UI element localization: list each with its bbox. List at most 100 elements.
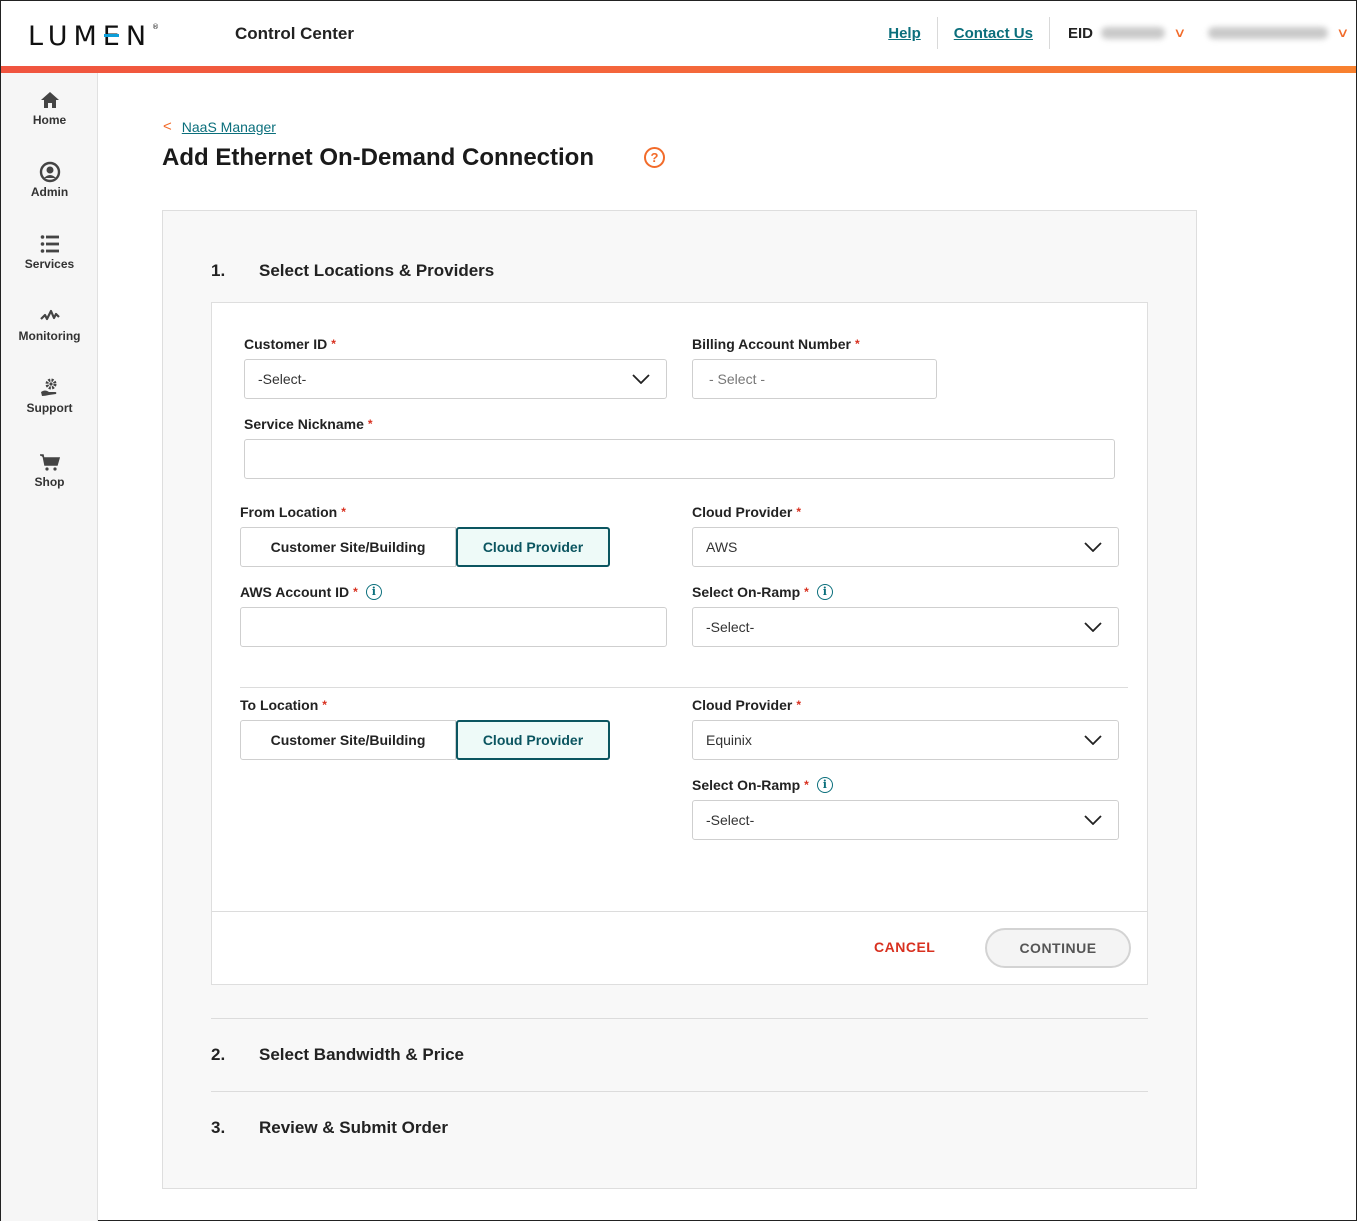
card-footer-divider	[212, 911, 1147, 912]
label-text: Customer ID	[244, 336, 328, 352]
step-divider	[211, 1091, 1148, 1092]
step-1-form-card: Customer ID * -Select- Billing Account Nu…	[211, 302, 1148, 985]
chevron-down-icon: ∨	[1336, 25, 1350, 40]
sidebar-nav: Home Admin Services Monitoring Support S…	[1, 73, 98, 1221]
to-cloud-provider-option[interactable]: Cloud Provider	[456, 720, 610, 760]
service-nickname-input[interactable]	[244, 439, 1115, 479]
sidebar-item-home[interactable]: Home	[1, 89, 98, 127]
aws-account-id-label: AWS Account ID * i	[240, 584, 382, 600]
cart-icon	[39, 454, 60, 471]
to-cloud-provider-label: Cloud Provider *	[692, 697, 801, 713]
step-title: Review & Submit Order	[259, 1118, 448, 1137]
info-icon[interactable]: i	[816, 777, 833, 793]
select-value: - Select -	[709, 371, 766, 387]
required-mark: *	[322, 698, 327, 712]
to-customer-site-option[interactable]: Customer Site/Building	[240, 720, 456, 760]
sidebar-item-label: Shop	[34, 475, 65, 489]
user-name-redacted	[1208, 27, 1329, 39]
step-3-header[interactable]: 3. Review & Submit Order	[211, 1118, 448, 1138]
step-title: Select Locations & Providers	[259, 261, 495, 280]
billing-account-label: Billing Account Number *	[692, 336, 860, 352]
required-mark: *	[367, 417, 373, 431]
required-mark: *	[804, 585, 809, 599]
customer-id-label: Customer ID *	[244, 336, 336, 352]
step-number: 1.	[211, 261, 226, 280]
sidebar-item-label: Services	[24, 257, 75, 271]
label-text: AWS Account ID	[240, 584, 350, 600]
aws-account-id-input[interactable]	[240, 607, 667, 647]
required-mark: *	[804, 778, 809, 792]
label-text: Select On-Ramp	[692, 584, 801, 600]
breadcrumb-naas-manager-link[interactable]: NaaS Manager	[182, 119, 276, 135]
chevron-down-icon	[1084, 815, 1102, 825]
from-cloud-provider-label: Cloud Provider *	[692, 504, 801, 520]
step-title: Select Bandwidth & Price	[259, 1045, 464, 1064]
required-mark: *	[341, 505, 346, 519]
help-link[interactable]: Help	[872, 25, 937, 42]
label-text: Cloud Provider	[692, 504, 793, 520]
label-text: Cloud Provider	[692, 697, 793, 713]
to-on-ramp-select[interactable]: -Select-	[692, 800, 1119, 840]
step-number: 2.	[211, 1045, 226, 1064]
lumen-logo[interactable]: LUMEN®	[28, 21, 159, 52]
select-value: Equinix	[706, 732, 752, 748]
select-value: AWS	[706, 539, 738, 555]
to-location-label: To Location *	[240, 697, 327, 713]
billing-account-select[interactable]: - Select -	[692, 359, 937, 399]
to-on-ramp-label: Select On-Ramp * i	[692, 777, 833, 793]
select-value: -Select-	[706, 812, 755, 828]
step-divider	[211, 1018, 1148, 1019]
step-number: 3.	[211, 1118, 226, 1137]
user-circle-icon	[39, 161, 60, 183]
top-header: LUMEN® Control Center Help Contact Us EI…	[1, 1, 1356, 67]
app-title: Control Center	[235, 24, 354, 43]
service-nickname-label: Service Nickname *	[244, 416, 373, 432]
from-on-ramp-select[interactable]: -Select-	[692, 607, 1119, 647]
pulse-icon	[39, 309, 60, 321]
sidebar-item-shop[interactable]: Shop	[1, 451, 98, 489]
sidebar-item-admin[interactable]: Admin	[1, 161, 98, 199]
required-mark: *	[331, 337, 336, 351]
page-title: Add Ethernet On-Demand Connection	[162, 144, 594, 171]
sidebar-item-label: Admin	[30, 185, 69, 199]
user-menu[interactable]: ∨	[1192, 25, 1356, 41]
step-2-header[interactable]: 2. Select Bandwidth & Price	[211, 1045, 464, 1065]
label-text: From Location	[240, 504, 338, 520]
sidebar-item-services[interactable]: Services	[1, 233, 98, 271]
required-mark: *	[796, 698, 802, 712]
sidebar-item-support[interactable]: Support	[1, 377, 98, 415]
chevron-down-icon	[1084, 735, 1102, 745]
support-gear-hand-icon	[40, 378, 56, 396]
cancel-button[interactable]: CANCEL	[874, 939, 935, 955]
info-icon[interactable]: i	[816, 584, 833, 600]
chevron-down-icon: ∨	[1173, 25, 1187, 40]
required-mark: *	[796, 505, 802, 519]
required-mark: *	[353, 585, 358, 599]
select-value: -Select-	[258, 371, 307, 387]
select-value: -Select-	[706, 619, 755, 635]
chevron-down-icon	[1084, 622, 1102, 632]
chevron-left-icon[interactable]: <	[163, 118, 172, 135]
info-icon[interactable]: i	[365, 584, 382, 600]
sidebar-item-monitoring[interactable]: Monitoring	[1, 305, 98, 343]
to-location-toggle: Customer Site/Building Cloud Provider	[240, 720, 610, 760]
required-mark: *	[854, 337, 860, 351]
contact-us-link[interactable]: Contact Us	[938, 25, 1049, 42]
breadcrumb: < NaaS Manager	[163, 118, 276, 135]
from-customer-site-option[interactable]: Customer Site/Building	[240, 527, 456, 567]
step-1-header[interactable]: 1. Select Locations & Providers	[211, 261, 494, 281]
header-accent-bar	[1, 66, 1356, 73]
to-cloud-provider-select[interactable]: Equinix	[692, 720, 1119, 760]
from-cloud-provider-option[interactable]: Cloud Provider	[456, 527, 610, 567]
chevron-down-icon	[632, 374, 650, 384]
help-question-icon[interactable]: ?	[644, 147, 665, 168]
section-divider	[240, 687, 1128, 688]
chevron-down-icon	[1084, 542, 1102, 552]
from-cloud-provider-select[interactable]: AWS	[692, 527, 1119, 567]
eid-value-redacted	[1100, 27, 1165, 39]
customer-id-select[interactable]: -Select-	[244, 359, 667, 399]
sidebar-item-label: Home	[32, 113, 67, 127]
label-text: Select On-Ramp	[692, 777, 801, 793]
continue-button[interactable]: CONTINUE	[985, 928, 1131, 968]
eid-selector[interactable]: ∨	[1093, 25, 1193, 41]
